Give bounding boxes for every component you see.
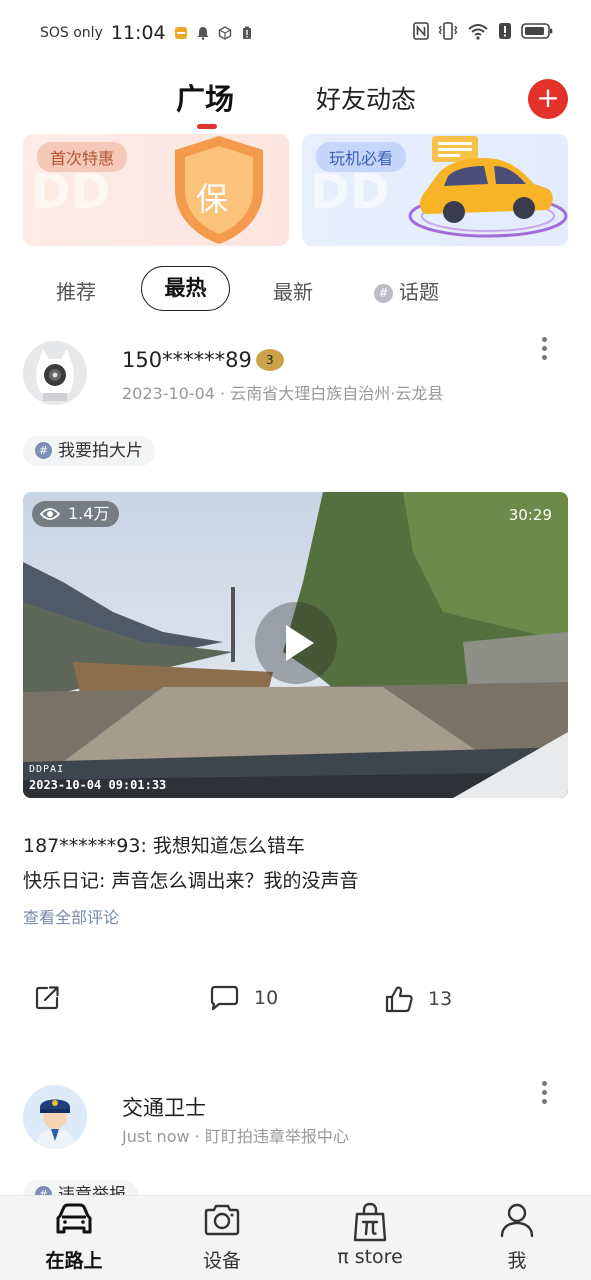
battery-alert-icon [242,26,251,39]
comment-icon [210,985,239,1011]
subtab-topics-label: 话题 [399,280,439,304]
like-button[interactable]: 13 [384,984,452,1014]
subtab-topics[interactable]: # 话题 [374,276,439,305]
notification-app-icon [174,27,187,39]
video-timestamp: 2023-10-04 09:01:33 [29,778,167,792]
battery-icon [521,23,553,39]
bottom-navigation: 在路上 设备 π store 我 [0,1195,591,1280]
post-author[interactable]: 150******89 3 [122,348,284,372]
comment-count: 10 [254,987,279,1009]
post-location: 云南省大理白族自治州·云龙县 [230,384,444,403]
banner-watermark: DD [310,164,390,220]
video-duration: 30:29 [508,506,552,524]
nav-label: 在路上 [45,1250,103,1272]
avatar[interactable] [23,341,87,405]
comment-line[interactable]: 快乐日记: 声音怎么调出来？我的没声音 [23,866,358,893]
shopping-bag-icon [353,1202,387,1242]
comment-author: 187******93 [23,835,141,857]
signal-alert-icon [499,23,511,39]
nav-on-the-road[interactable]: 在路上 [19,1202,129,1273]
add-post-button[interactable]: + [528,79,568,119]
post-time: Just now [122,1127,190,1146]
topic-label: 我要拍大片 [58,441,143,461]
camera-icon [204,1204,240,1236]
post-meta: 2023-10-04 · 云南省大理白族自治州·云龙县 [122,384,444,403]
tab-square[interactable]: 广场 [176,76,234,118]
hash-icon: # [374,284,393,303]
tab-friends-feed[interactable]: 好友动态 [316,80,416,116]
post-date: 2023-10-04 [122,384,215,403]
share-icon [35,986,59,1010]
level-badge: 3 [255,349,284,371]
view-count: 1.4万 [68,504,110,523]
view-all-comments-link[interactable]: 查看全部评论 [23,904,119,928]
nav-me[interactable]: 我 [462,1202,572,1273]
nav-label: 设备 [202,1250,241,1272]
view-count-badge: 1.4万 [32,501,120,527]
banner-first-offer[interactable]: DD 首次特惠 保 [23,134,289,246]
share-button[interactable] [33,984,61,1012]
comment-author: 快乐日记 [23,870,100,892]
police-officer-icon [23,1085,87,1149]
banner-tag: 首次特惠 [37,142,128,172]
comment-button[interactable]: 10 [208,984,278,1012]
feed-filter-tabs: 推荐 最热 最新 # 话题 [0,266,591,312]
active-tab-indicator [197,124,217,129]
comment-text: 我想知道怎么错车 [152,835,305,857]
post-author[interactable]: 交通卫士 [122,1092,206,1122]
top-header: 广场 好友动态 + [0,66,591,134]
subtab-hottest[interactable]: 最热 [141,266,230,311]
carrier-label: SOS only [40,25,103,41]
topic-chip[interactable]: # 我要拍大片 [23,436,155,466]
subtab-latest[interactable]: 最新 [273,276,313,305]
video-player[interactable]: 1.4万 30:29 DDPAI 2023-10-04 09:01:33 [23,492,568,798]
video-brand-watermark: DDPAI [29,764,65,775]
banner-emblem: 保 [196,180,229,218]
person-icon [500,1203,534,1238]
nav-devices[interactable]: 设备 [167,1202,277,1273]
nav-label: 我 [507,1250,527,1272]
subtab-recommended[interactable]: 推荐 [56,276,96,305]
package-icon [218,26,231,40]
nfc-icon [413,22,429,40]
more-options-icon[interactable] [534,1077,554,1113]
post-source: 盯盯拍违章举报中心 [204,1127,349,1146]
like-count: 13 [428,988,453,1010]
post-meta: Just now · 盯盯拍违章举报中心 [122,1127,349,1146]
hash-icon: # [35,442,52,459]
comment-text: 声音怎么调出来？我的没声音 [111,870,359,892]
banner-must-see[interactable]: DD 玩机必看 [302,134,568,246]
wifi-icon [468,24,488,40]
clock: 11:04 [110,22,166,44]
car-illustration-icon [408,136,568,238]
camera-mascot-icon [23,341,87,405]
thumbs-up-icon [385,986,413,1013]
banner-watermark: DD [31,164,111,220]
more-options-icon[interactable] [534,333,554,369]
status-bar: SOS only 11:04 [0,0,591,66]
play-icon[interactable] [255,602,337,684]
bell-icon [197,27,209,40]
vibrate-icon [438,22,458,40]
nav-label: π store [337,1246,403,1268]
eye-icon [40,508,60,520]
avatar[interactable] [23,1085,87,1149]
plus-icon: + [536,81,560,114]
nav-pi-store[interactable]: π store [315,1202,425,1268]
comment-line[interactable]: 187******93: 我想知道怎么错车 [23,831,305,858]
author-name: 150******89 [122,348,252,372]
car-icon [56,1203,92,1234]
